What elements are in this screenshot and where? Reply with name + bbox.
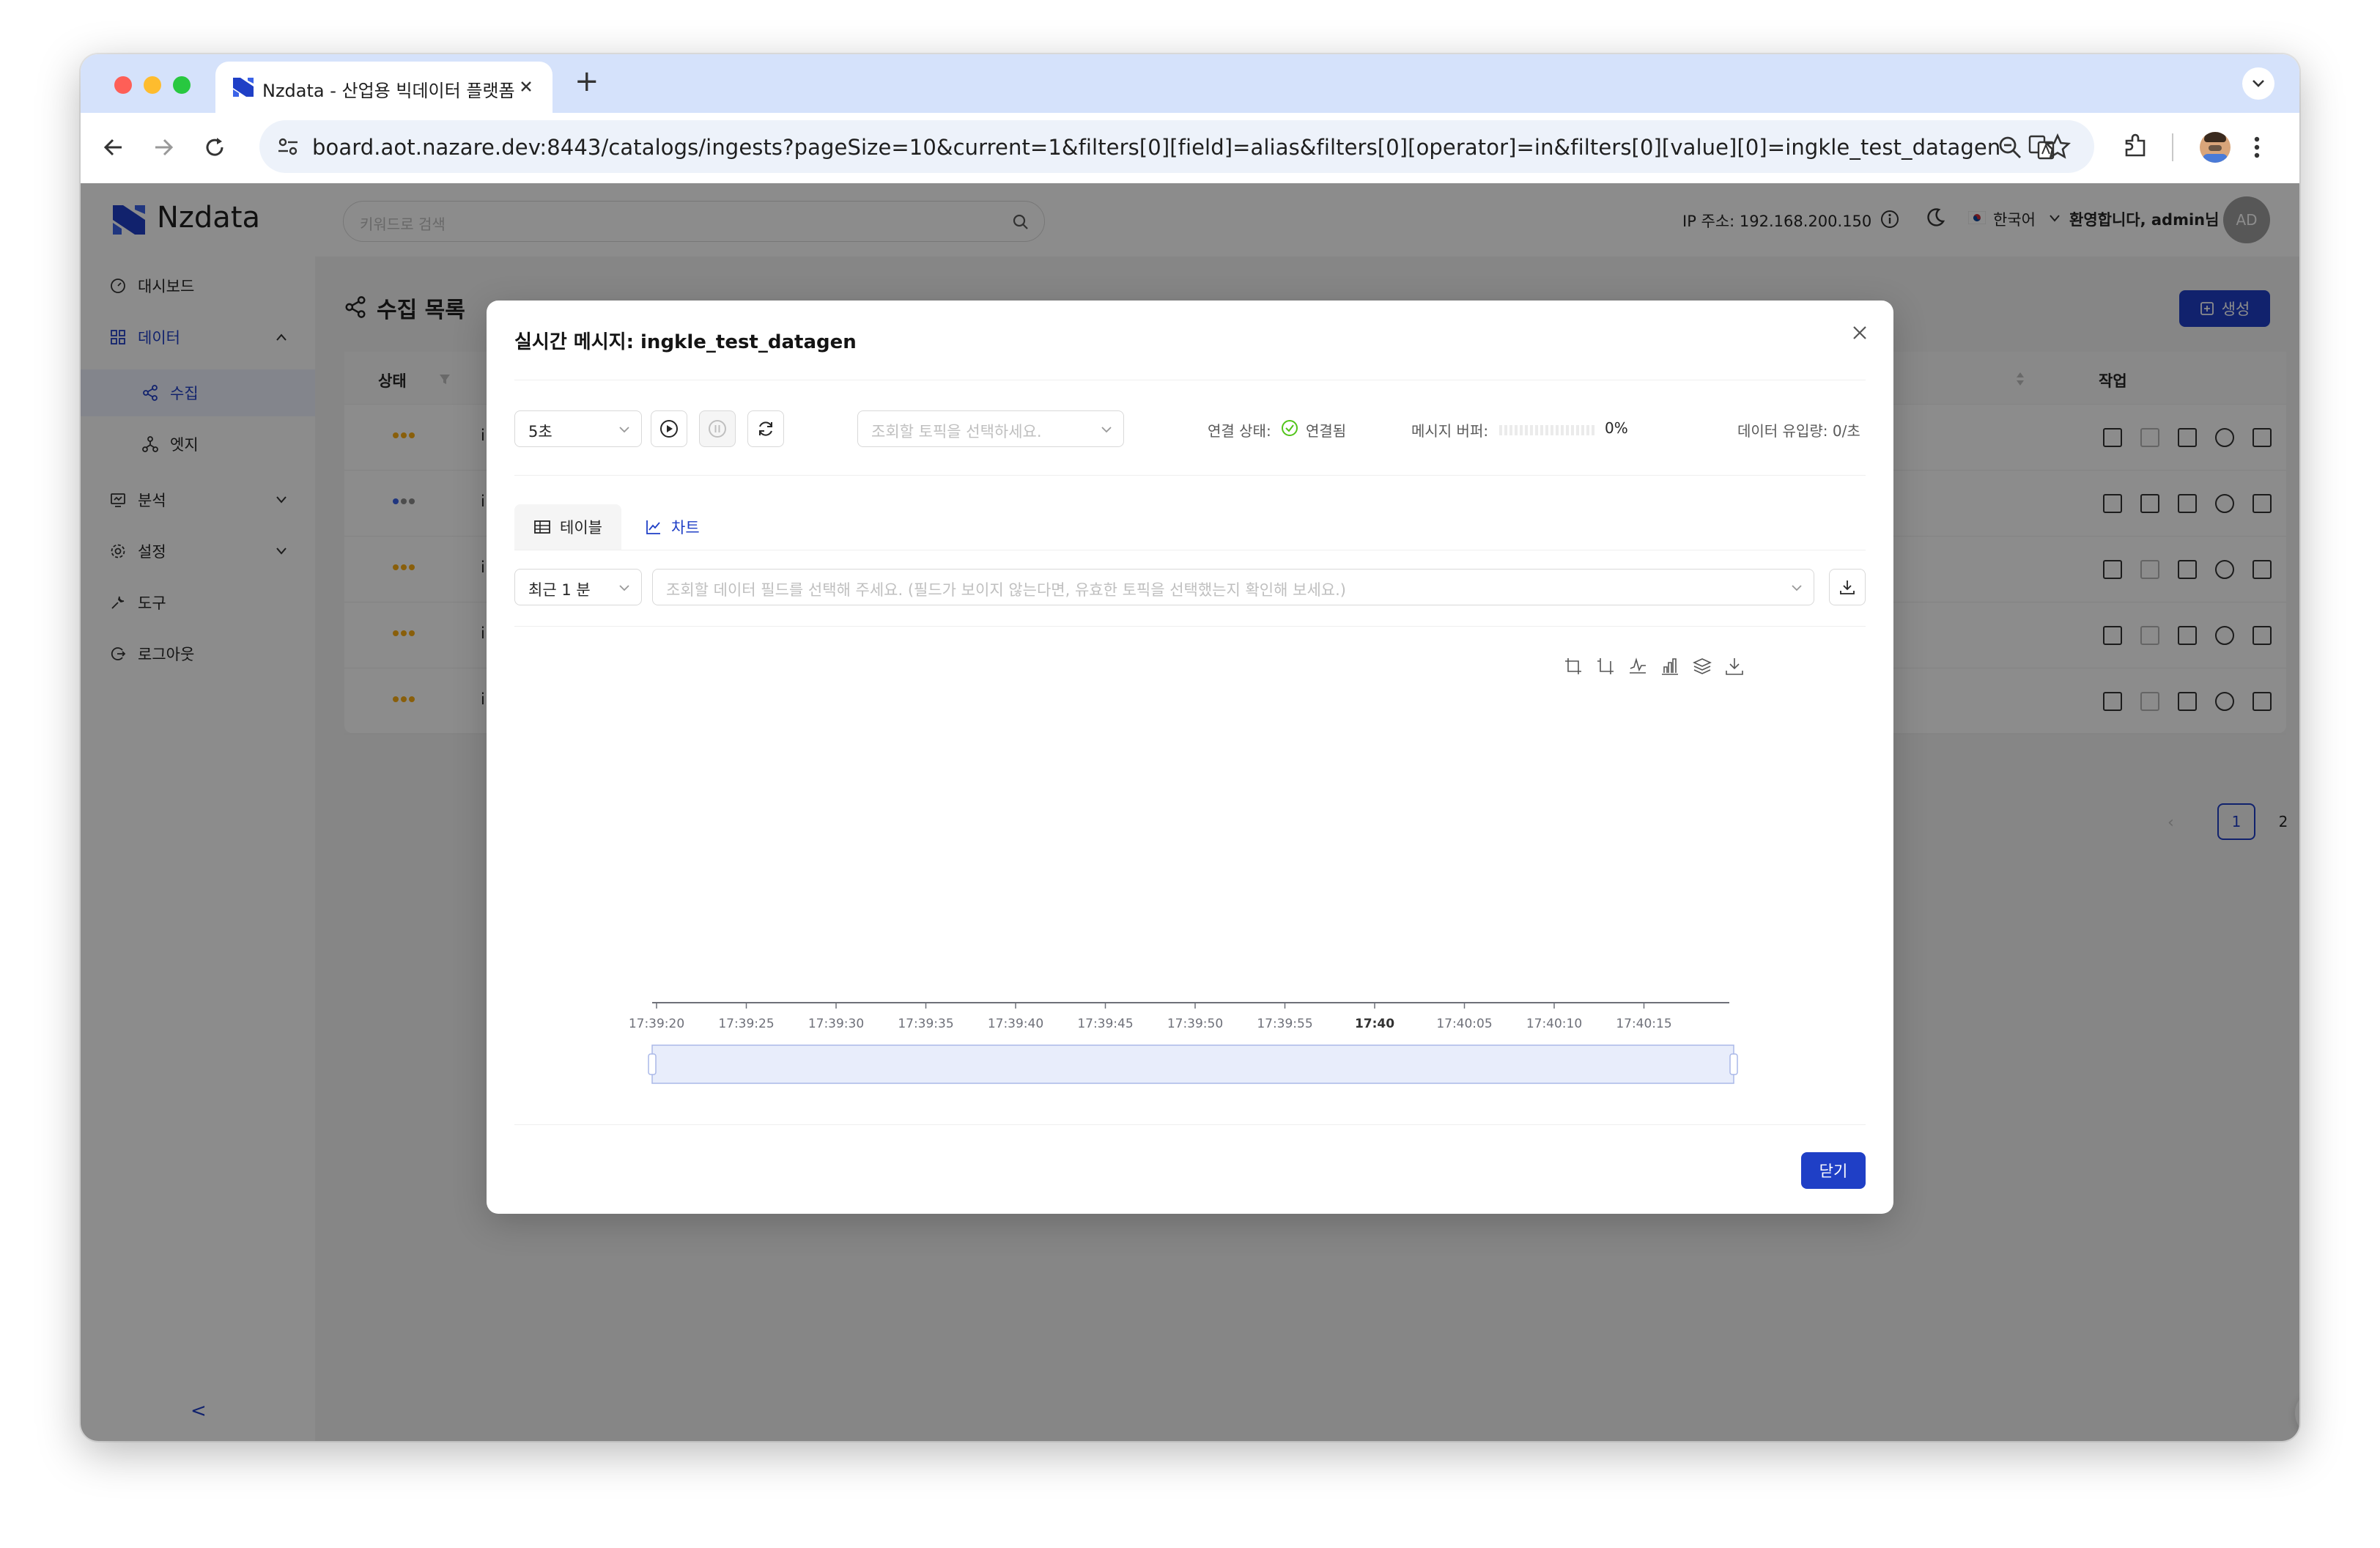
close-window-button[interactable] [114, 76, 132, 94]
x-axis-tick-label: 17:40:15 [1616, 1017, 1671, 1031]
close-button[interactable]: 닫기 [1801, 1152, 1866, 1189]
tab-strip: Nzdata - 산업용 빅데이터 플랫폼 + [81, 54, 2299, 113]
toolbar-separator [2172, 133, 2173, 161]
x-axis-tick-label: 17:40:10 [1526, 1017, 1582, 1031]
x-axis-tick-label: 17:40:05 [1436, 1017, 1492, 1031]
chevron-down-icon [2252, 80, 2264, 87]
site-settings-icon[interactable] [277, 136, 299, 157]
tab-title: Nzdata - 산업용 빅데이터 플랫폼 [262, 81, 515, 101]
address-bar[interactable]: board.aot.nazare.dev:8443/catalogs/inges… [259, 120, 2094, 173]
realtime-chart[interactable]: 17:39:20 17:39:25 17:39:30 17:39:35 17:39:40… [487, 301, 1893, 1214]
x-axis-tick-label: 17:39:40 [988, 1017, 1043, 1031]
x-axis-tick-label: 17:39:50 [1167, 1017, 1223, 1031]
tab-search-button[interactable] [2242, 67, 2274, 100]
x-axis-tick-label: 17:40 [1355, 1017, 1394, 1031]
data-zoom-handle-right[interactable] [1729, 1053, 1738, 1075]
x-axis-tick-label: 17:39:20 [629, 1017, 684, 1031]
x-axis-tick-label: 17:39:30 [808, 1017, 864, 1031]
url-text: board.aot.nazare.dev:8443/catalogs/inges… [312, 135, 2001, 160]
data-zoom-handle-left[interactable] [648, 1053, 657, 1075]
realtime-message-modal: 실시간 메시지: ingkle_test_datagen 5초 조회할 토픽을 … [487, 301, 1893, 1214]
data-zoom-range[interactable] [651, 1044, 1734, 1084]
browser-toolbar: board.aot.nazare.dev:8443/catalogs/inges… [81, 113, 2299, 183]
bookmark-star-icon[interactable] [2044, 133, 2071, 160]
x-axis-tick-label: 17:39:55 [1257, 1017, 1312, 1031]
profile-avatar[interactable] [2200, 132, 2231, 163]
forward-icon[interactable] [151, 135, 176, 160]
minimize-window-button[interactable] [144, 76, 161, 94]
x-axis-tick-label: 17:39:25 [718, 1017, 774, 1031]
new-tab-button[interactable]: + [574, 64, 599, 98]
x-axis-tick-label: 17:39:35 [898, 1017, 953, 1031]
nzdata-favicon-icon [233, 78, 254, 97]
browser-menu-icon[interactable] [2252, 135, 2261, 160]
reload-icon[interactable] [202, 135, 227, 160]
close-tab-icon[interactable] [519, 79, 533, 94]
x-axis-tick-label: 17:39:45 [1077, 1017, 1133, 1031]
browser-tab[interactable]: Nzdata - 산업용 빅데이터 플랫폼 [215, 62, 552, 113]
zoom-icon[interactable] [1998, 135, 2022, 160]
divider [514, 1124, 1866, 1125]
extensions-icon[interactable] [2122, 133, 2148, 160]
maximize-window-button[interactable] [173, 76, 191, 94]
back-icon[interactable] [101, 135, 126, 160]
